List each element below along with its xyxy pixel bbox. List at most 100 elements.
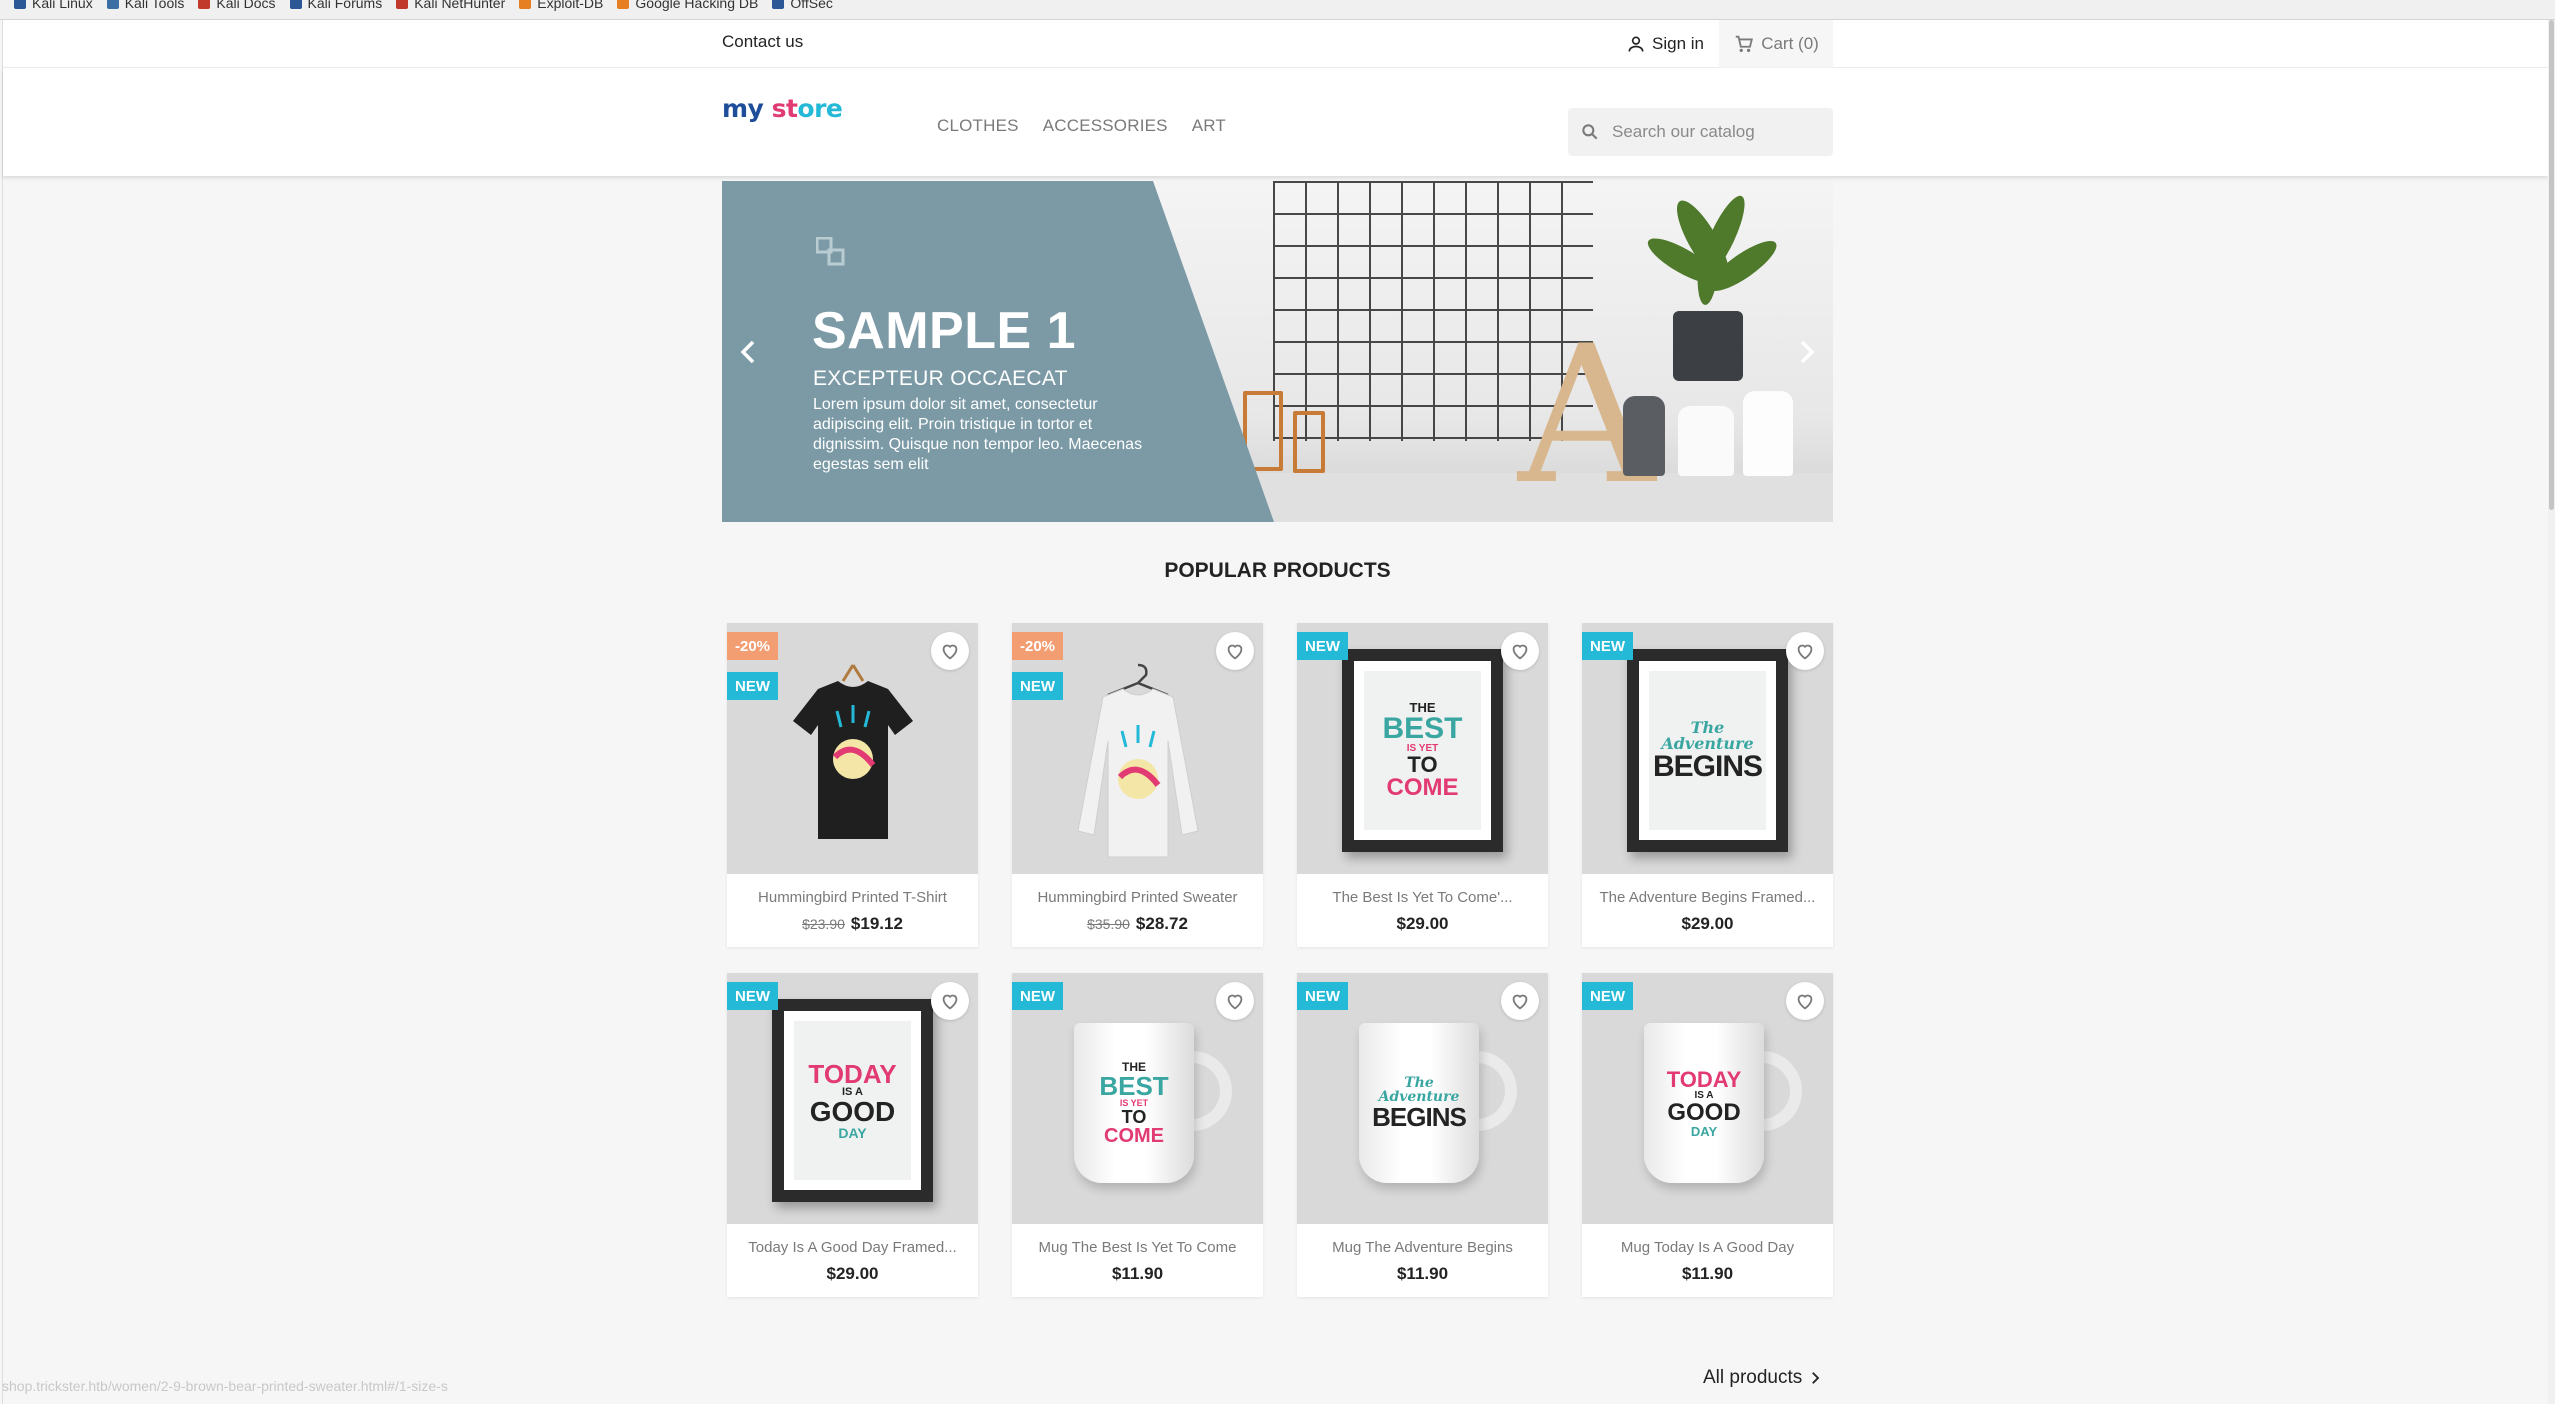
product-card[interactable]: The Adventure BEGINS NEW Mug The Adventu… — [1297, 973, 1548, 1297]
mug-image: TODAY IS A GOOD DAY — [1644, 1023, 1764, 1183]
page-scrollbar[interactable] — [2548, 20, 2555, 1404]
cart-button[interactable]: Cart (0) — [1719, 20, 1833, 68]
product-card[interactable]: THE BEST IS YET TO COME NEW The Best Is … — [1297, 623, 1548, 947]
bookmark-offsec[interactable]: OffSec — [772, 0, 833, 11]
product-card[interactable]: TODAY IS A GOOD DAY NEW Mug Today Is A G… — [1582, 973, 1833, 1297]
price: $29.00 — [826, 1264, 879, 1283]
status-bar-url: shop.trickster.htb/women/2-9-brown-bear-… — [2, 1378, 448, 1394]
new-badge: NEW — [1297, 632, 1348, 660]
product-name[interactable]: The Best Is Yet To Come'... — [1297, 889, 1548, 906]
product-card[interactable]: -20% NEW Hummingbird Printed T-Shirt $23… — [727, 623, 978, 947]
new-badge: NEW — [1582, 982, 1633, 1010]
wishlist-button[interactable] — [1786, 982, 1824, 1020]
product-card[interactable]: -20% NEW Hummingbird Printed Sweater $35… — [1012, 623, 1263, 947]
heart-icon — [942, 994, 958, 1010]
wishlist-button[interactable] — [1216, 632, 1254, 670]
product-name[interactable]: Mug Today Is A Good Day — [1582, 1239, 1833, 1256]
chevron-left-icon[interactable] — [734, 337, 764, 367]
wishlist-button[interactable] — [931, 982, 969, 1020]
product-price: $23.90 $19.12 — [727, 914, 978, 934]
store-logo[interactable]: my store — [722, 94, 843, 123]
scrollbar-thumb[interactable] — [2549, 20, 2554, 510]
bookmark-exploit-db[interactable]: Exploit-DB — [519, 0, 603, 11]
bookmark-kali-nethunter[interactable]: Kali NetHunter — [396, 0, 505, 11]
discount-badge: -20% — [727, 632, 779, 660]
product-card[interactable]: TODAY IS A GOOD DAY NEW Today Is A Good … — [727, 973, 978, 1297]
mug-image: THE BEST IS YET TO COME — [1074, 1023, 1194, 1183]
chevron-right-icon[interactable] — [1791, 337, 1821, 367]
contact-us-link[interactable]: Contact us — [722, 32, 803, 52]
search-input[interactable] — [1612, 122, 1812, 142]
kali-tools-icon — [106, 0, 119, 9]
cart-label: Cart (0) — [1761, 34, 1819, 53]
offsec-icon — [772, 0, 785, 9]
hero-carousel[interactable]: A SAMPLE 1 EXCEPTEUR OCCAECAT Lorem ipsu… — [722, 181, 1833, 522]
heart-icon — [1227, 644, 1243, 660]
wishlist-button[interactable] — [1786, 632, 1824, 670]
new-badge: NEW — [1582, 632, 1633, 660]
sweater-image — [1076, 663, 1199, 858]
product-name[interactable]: Mug The Adventure Begins — [1297, 1239, 1548, 1256]
heart-icon — [1797, 644, 1813, 660]
wishlist-button[interactable] — [1216, 982, 1254, 1020]
product-card[interactable]: THE BEST IS YET TO COME NEW Mug The Best… — [1012, 973, 1263, 1297]
nethunter-icon — [396, 0, 409, 9]
all-products-link[interactable]: All products — [1703, 1367, 1824, 1389]
product-price: $11.90 — [1012, 1264, 1263, 1284]
bookmark-kali-forums[interactable]: Kali Forums — [289, 0, 382, 11]
price: $29.00 — [1396, 914, 1449, 933]
menu-item-art[interactable]: ART — [1192, 116, 1226, 136]
sign-in-label: Sign in — [1652, 34, 1704, 53]
site-header: my store CLOTHES ACCESSORIES ART — [3, 68, 2548, 176]
product-price: $29.00 — [727, 1264, 978, 1284]
bookmark-kali-docs[interactable]: Kali Docs — [198, 0, 276, 11]
product-price: $29.00 — [1297, 914, 1548, 934]
product-name[interactable]: Today Is A Good Day Framed... — [727, 1239, 978, 1256]
discount-badge: -20% — [1012, 632, 1064, 660]
vase-decor — [1743, 391, 1793, 476]
product-name[interactable]: Hummingbird Printed Sweater — [1012, 889, 1263, 906]
product-price: $11.90 — [1582, 1264, 1833, 1284]
new-badge: NEW — [727, 672, 778, 700]
bookmark-ghdb[interactable]: Google Hacking DB — [617, 0, 758, 11]
product-name[interactable]: The Adventure Begins Framed... — [1582, 889, 1833, 906]
wishlist-button[interactable] — [931, 632, 969, 670]
all-products-label: All products — [1703, 1367, 1803, 1388]
kali-dragon-icon — [14, 0, 26, 9]
product-name[interactable]: Hummingbird Printed T-Shirt — [727, 889, 978, 906]
bookmark-kali-linux[interactable]: Kali Linux — [14, 0, 93, 11]
slide-title: SAMPLE 1 — [812, 302, 1077, 360]
sign-in-link[interactable]: Sign in — [1626, 28, 1704, 60]
tshirt-image — [792, 664, 913, 839]
product-price: $29.00 — [1582, 914, 1833, 934]
bookmark-kali-tools[interactable]: Kali Tools — [106, 0, 184, 11]
lantern-decor — [1293, 411, 1325, 473]
bookmarks-bar: Kali Linux Kali Tools Kali Docs Kali For… — [0, 0, 2555, 20]
exploit-db-icon — [519, 0, 532, 9]
wishlist-button[interactable] — [1501, 982, 1539, 1020]
sale-price: $28.72 — [1135, 914, 1188, 933]
vase-decor — [1623, 396, 1665, 476]
sale-price: $19.12 — [850, 914, 903, 933]
menu-item-clothes[interactable]: CLOTHES — [937, 116, 1019, 136]
wishlist-button[interactable] — [1501, 632, 1539, 670]
poster-art: THE BEST IS YET TO COME — [1364, 671, 1481, 830]
new-badge: NEW — [1297, 982, 1348, 1010]
slide-description: Lorem ipsum dolor sit amet, consectetur … — [813, 396, 1143, 473]
new-badge: NEW — [1012, 982, 1063, 1010]
regular-price: $35.90 — [1087, 916, 1130, 932]
price: $11.90 — [1111, 1264, 1164, 1283]
top-nav: Contact us Sign in Cart (0) — [3, 20, 2548, 68]
ghdb-icon — [617, 0, 630, 9]
heart-icon — [942, 644, 958, 660]
price: $11.90 — [1396, 1264, 1449, 1283]
user-icon — [1628, 36, 1644, 52]
menu-item-accessories[interactable]: ACCESSORIES — [1043, 116, 1168, 136]
product-name[interactable]: Mug The Best Is Yet To Come — [1012, 1239, 1263, 1256]
chevron-right-icon — [1812, 1372, 1820, 1384]
product-card[interactable]: The Adventure BEGINS NEW The Adventure B… — [1582, 623, 1833, 947]
poster-art: TODAY IS A GOOD DAY — [794, 1021, 911, 1180]
kali-forums-icon — [289, 0, 302, 9]
heart-icon — [1227, 994, 1243, 1010]
framed-poster-image: The Adventure BEGINS — [1627, 649, 1788, 852]
